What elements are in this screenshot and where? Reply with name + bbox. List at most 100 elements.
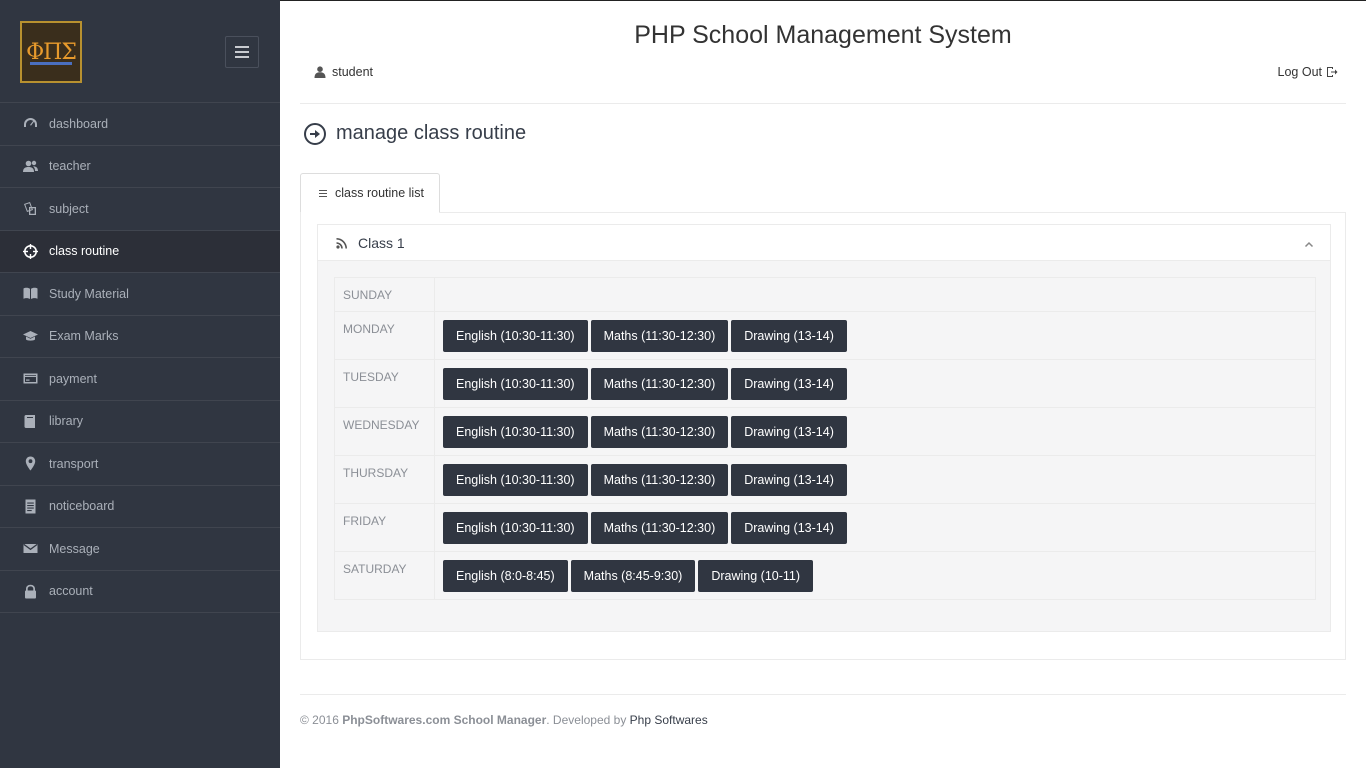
sidebar-item-teacher[interactable]: teacher: [0, 146, 280, 188]
routine-slot-button[interactable]: English (10:30-11:30): [443, 512, 588, 544]
routine-slot-button[interactable]: Maths (11:30-12:30): [590, 368, 729, 400]
header-divider: [300, 103, 1346, 104]
day-label: WEDNESDAY: [334, 407, 435, 456]
routine-slot-button[interactable]: Drawing (13-14): [731, 320, 847, 352]
sidebar-item-label: Study Material: [49, 286, 129, 301]
sidebar-nav: dashboard teacher subject class routine Stud…: [0, 103, 280, 613]
rss-icon: [336, 237, 347, 249]
logo-underline: [30, 62, 72, 65]
sidebar-item-message[interactable]: Message: [0, 528, 280, 571]
table-row: WEDNESDAY English (10:30-11:30) Maths (11:…: [334, 407, 1316, 456]
day-slots: English (10:30-11:30) Maths (11:30-12:30)…: [434, 407, 1316, 456]
routine-slot-button[interactable]: Drawing (13-14): [731, 464, 847, 496]
sidebar-item-exam-marks[interactable]: Exam Marks: [0, 316, 280, 358]
routine-slot-button[interactable]: English (10:30-11:30): [443, 320, 588, 352]
credit-card-icon: [22, 371, 38, 387]
footer-brand: PhpSoftwares.com School Manager: [342, 713, 547, 727]
sidebar-item-payment[interactable]: payment: [0, 358, 280, 401]
day-label: MONDAY: [334, 311, 435, 360]
routine-slot-button[interactable]: Maths (8:45-9:30): [570, 560, 696, 592]
panel-title: Class 1: [358, 234, 405, 251]
doc-text-icon: [22, 498, 38, 514]
table-row: TUESDAY English (10:30-11:30) Maths (11:30…: [334, 359, 1316, 408]
logo[interactable]: ΦΠΣ: [20, 21, 82, 83]
gauge-icon: [22, 116, 38, 132]
mail-icon: [22, 541, 38, 557]
routine-slot-button[interactable]: Drawing (13-14): [731, 368, 847, 400]
table-row: SATURDAY English (8:0-8:45) Maths (8:45-9:…: [334, 551, 1316, 600]
routine-slot-button[interactable]: Maths (11:30-12:30): [590, 464, 729, 496]
day-slots: English (10:30-11:30) Maths (11:30-12:30)…: [434, 359, 1316, 408]
logout-link[interactable]: Log Out: [1278, 65, 1338, 79]
sidebar-item-transport[interactable]: transport: [0, 443, 280, 486]
footer-divider: [300, 694, 1346, 695]
routine-table: SUNDAY MONDAY English (10:30-11:30) Maths (…: [334, 277, 1316, 600]
sidebar-item-label: payment: [49, 371, 97, 386]
location-icon: [22, 456, 38, 472]
table-row: MONDAY English (10:30-11:30) Maths (11:30-…: [334, 311, 1316, 360]
tab-panel: Class 1 SUNDAY MONDAY English (10:30-11:30…: [300, 212, 1346, 660]
tabs: class routine list: [300, 173, 440, 213]
tab-class-routine-list[interactable]: class routine list: [300, 173, 440, 213]
book-icon: [22, 286, 38, 302]
routine-slot-button[interactable]: Maths (11:30-12:30): [590, 320, 729, 352]
day-slots: English (8:0-8:45) Maths (8:45-9:30) Drawi…: [434, 551, 1316, 600]
routine-slot-button[interactable]: Maths (11:30-12:30): [590, 512, 729, 544]
user-name: student: [332, 65, 374, 79]
app-title: PHP School Management System: [634, 21, 1012, 49]
sidebar-item-label: library: [49, 414, 84, 429]
routine-slot-button[interactable]: Maths (11:30-12:30): [590, 416, 729, 448]
table-row: THURSDAY English (10:30-11:30) Maths (11:3…: [334, 455, 1316, 504]
routine-slot-button[interactable]: Drawing (13-14): [731, 512, 847, 544]
routine-slot-button[interactable]: Drawing (13-14): [731, 416, 847, 448]
users-icon: [22, 158, 38, 174]
sidebar-item-account[interactable]: account: [0, 571, 280, 613]
user-icon: [314, 66, 326, 78]
library-book-icon: [22, 413, 38, 429]
day-label: TUESDAY: [334, 359, 435, 408]
day-slots: [434, 277, 1316, 312]
routine-slot-button[interactable]: English (10:30-11:30): [443, 416, 588, 448]
routine-slot-button[interactable]: English (10:30-11:30): [443, 464, 588, 496]
routine-slot-button[interactable]: Drawing (10-11): [698, 560, 814, 592]
sidebar-item-class-routine[interactable]: class routine: [0, 230, 280, 273]
collapse-chevron-up-icon[interactable]: [1304, 237, 1316, 249]
sidebar-item-label: class routine: [49, 244, 120, 259]
graduation-cap-icon: [22, 328, 38, 344]
sidebar-item-library[interactable]: library: [0, 401, 280, 443]
sidebar-item-dashboard[interactable]: dashboard: [0, 103, 280, 146]
footer-developed: . Developed by: [546, 713, 627, 727]
panel-header[interactable]: Class 1: [318, 225, 1330, 261]
sidebar-item-label: dashboard: [49, 116, 109, 131]
sidebar-item-label: teacher: [49, 159, 91, 174]
sidebar-item-label: subject: [49, 201, 89, 216]
day-label: SATURDAY: [334, 551, 435, 600]
logo-text: ΦΠΣ: [26, 39, 77, 65]
page-title-text: manage class routine: [336, 122, 527, 144]
day-slots: English (10:30-11:30) Maths (11:30-12:30)…: [434, 503, 1316, 552]
sidebar-item-study-material[interactable]: Study Material: [0, 273, 280, 316]
footer-developer-link[interactable]: Php Softwares: [630, 713, 708, 727]
day-slots: English (10:30-11:30) Maths (11:30-12:30)…: [434, 455, 1316, 504]
tab-label: class routine list: [335, 186, 424, 200]
footer-copyright: © 2016: [300, 713, 339, 727]
target-icon: [22, 243, 38, 259]
table-row: FRIDAY English (10:30-11:30) Maths (11:30-…: [334, 503, 1316, 552]
sidebar-item-label: Message: [49, 541, 100, 556]
table-row: SUNDAY: [334, 277, 1316, 312]
footer: © 2016 PhpSoftwares.com School Manager. …: [300, 713, 708, 727]
lock-icon: [22, 583, 38, 599]
day-label: SUNDAY: [334, 277, 435, 312]
sidebar-item-label: transport: [49, 456, 99, 471]
page-title: manage class routine: [304, 122, 526, 145]
sidebar-item-noticeboard[interactable]: noticeboard: [0, 486, 280, 528]
routine-slot-button[interactable]: English (8:0-8:45): [443, 560, 568, 592]
sidebar-header: ΦΠΣ: [0, 0, 280, 103]
sidebar-item-label: Exam Marks: [49, 329, 119, 344]
menu-toggle-button[interactable]: [225, 36, 259, 68]
routine-slot-button[interactable]: English (10:30-11:30): [443, 368, 588, 400]
logout-icon: [1327, 67, 1338, 77]
sidebar: ΦΠΣ dashboard teacher subject class routine…: [0, 0, 280, 768]
list-icon: [319, 189, 327, 197]
sidebar-item-subject[interactable]: subject: [0, 188, 280, 231]
